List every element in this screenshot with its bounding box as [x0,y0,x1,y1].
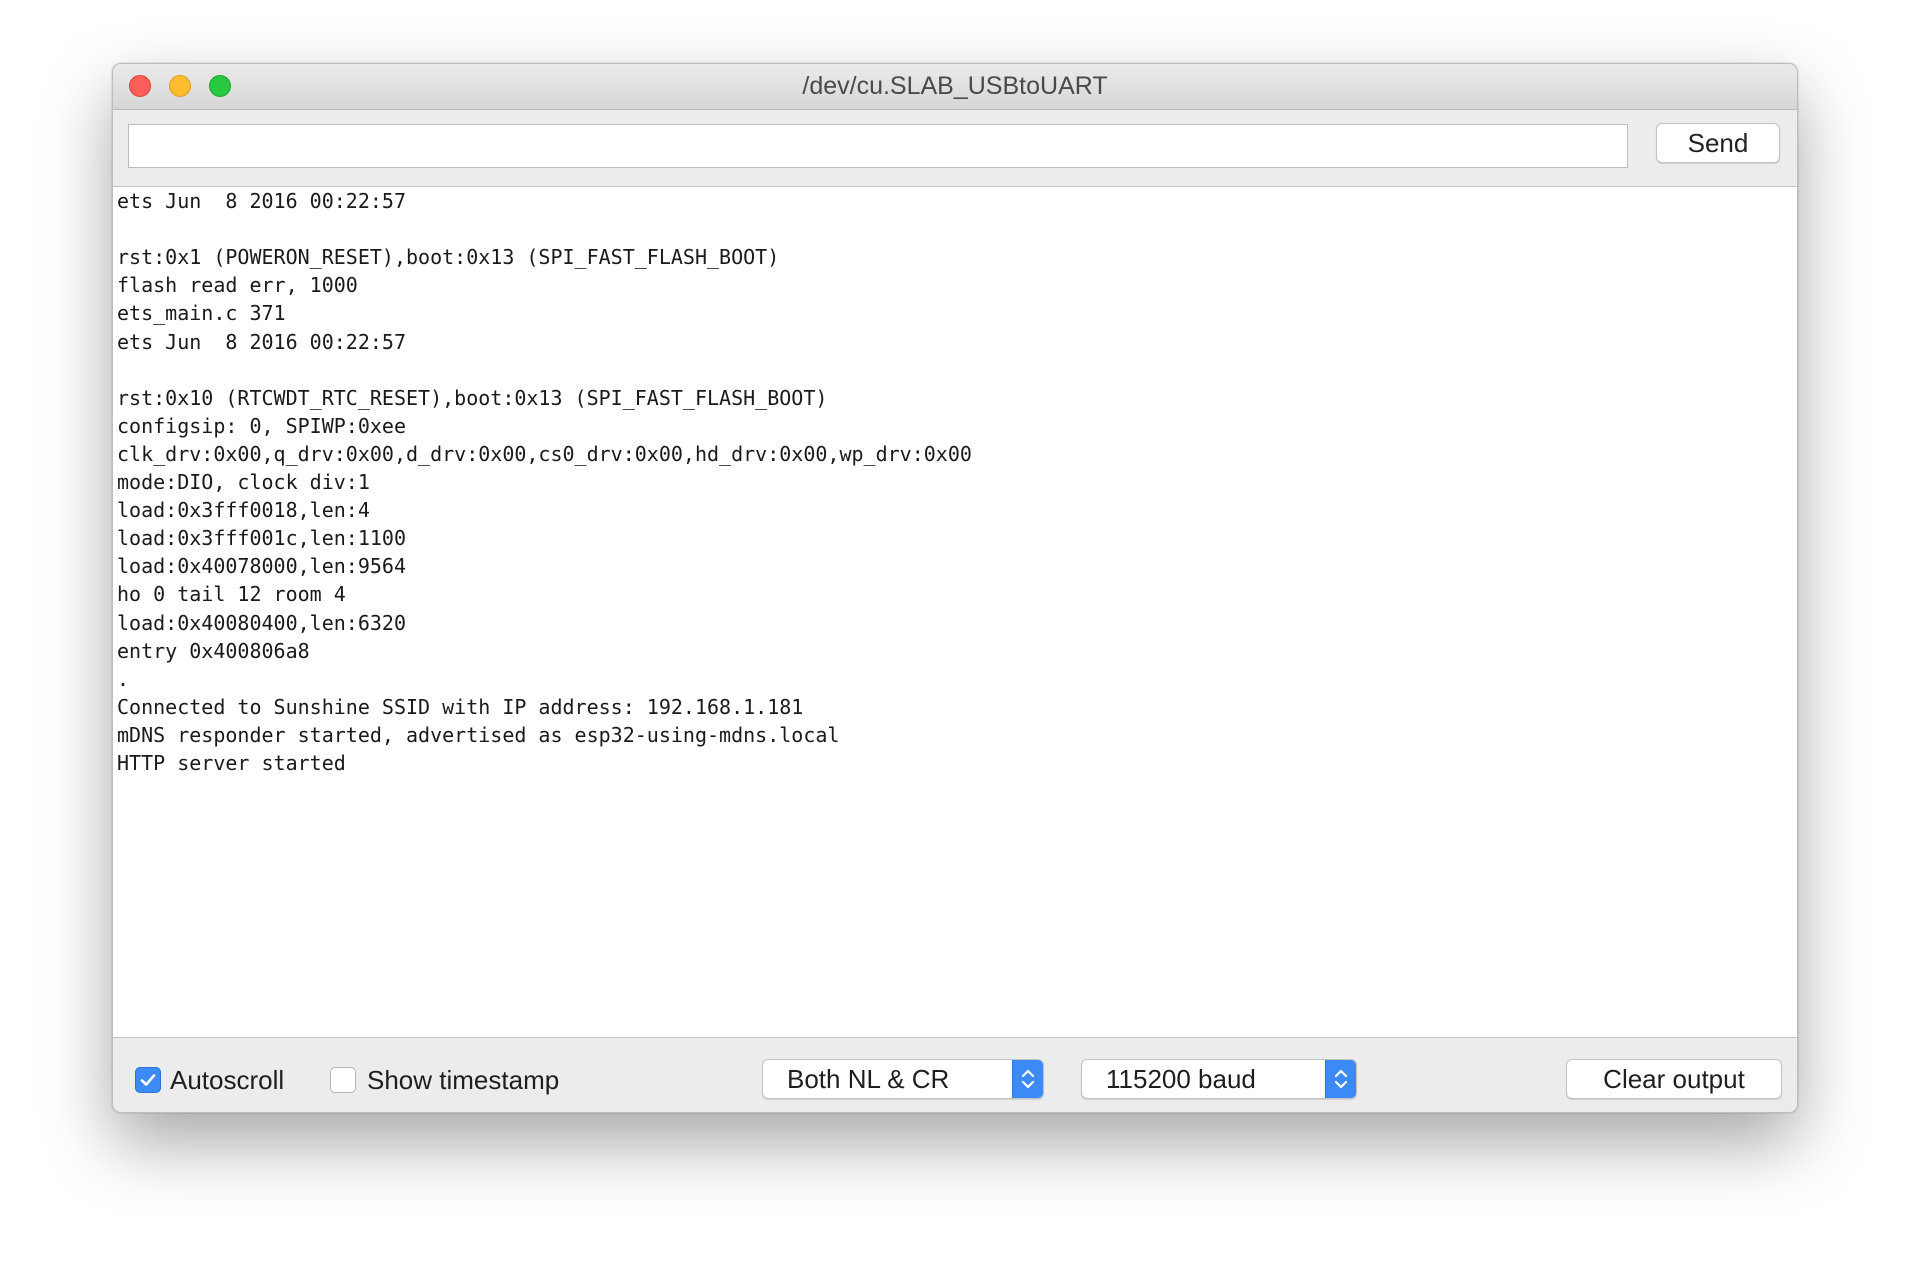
up-down-chevron-icon [1021,1069,1035,1089]
serial-input-field[interactable] [128,124,1628,168]
output-line: Connected to Sunshine SSID with IP addre… [117,694,804,719]
up-down-chevron-icon [1334,1069,1348,1089]
output-line: clk_drv:0x00,q_drv:0x00,d_drv:0x00,cs0_d… [117,441,972,466]
serial-output-area[interactable]: ets Jun 8 2016 00:22:57 rst:0x1 (POWERON_… [113,187,1797,1038]
line-ending-value: Both NL & CR [787,1064,950,1094]
output-line: HTTP server started [117,751,346,775]
output-line: load:0x40078000,len:9564 [117,554,406,579]
title-bar[interactable]: /dev/cu.SLAB_USBtoUART [113,64,1797,110]
show-timestamp-label[interactable]: Show timestamp [367,1065,559,1095]
output-line: entry 0x400806a8 [117,638,310,663]
baud-rate-value: 115200 baud [1106,1064,1256,1094]
footer-bar: Autoscroll Show timestamp Both NL & CR 1… [113,1039,1797,1112]
send-toolbar: Send [113,110,1797,187]
output-line: flash read err, 1000 [117,273,358,298]
output-line: load:0x3fff0018,len:4 [117,498,370,523]
output-line: ets Jun 8 2016 00:22:57 [117,329,406,354]
checkmark-icon [140,1074,156,1086]
output-line: rst:0x1 (POWERON_RESET),boot:0x13 (SPI_F… [117,245,780,270]
send-button[interactable]: Send [1656,123,1780,163]
window-title: /dev/cu.SLAB_USBtoUART [802,72,1108,100]
baud-rate-select[interactable]: 115200 baud [1081,1059,1357,1099]
serial-monitor-window: /dev/cu.SLAB_USBtoUART Send ets Jun 8 20… [112,63,1798,1113]
output-line: rst:0x10 (RTCWDT_RTC_RESET),boot:0x13 (S… [117,385,828,410]
output-line: mDNS responder started, advertised as es… [117,722,840,747]
autoscroll-label[interactable]: Autoscroll [170,1065,284,1095]
output-line: configsip: 0, SPIWP:0xee [117,413,406,438]
output-line: ho 0 tail 12 room 4 [117,582,346,607]
autoscroll-checkbox[interactable] [135,1067,161,1093]
clear-output-button[interactable]: Clear output [1566,1059,1782,1099]
output-line: load:0x3fff001c,len:1100 [117,526,406,551]
output-line: ets Jun 8 2016 00:22:57 [117,189,406,213]
line-ending-stepper[interactable] [1012,1060,1043,1098]
output-line: ets_main.c 371 [117,301,286,326]
show-timestamp-checkbox[interactable] [330,1067,356,1093]
line-ending-select[interactable]: Both NL & CR [762,1059,1044,1099]
baud-rate-stepper[interactable] [1325,1060,1356,1098]
output-line: load:0x40080400,len:6320 [117,610,406,635]
output-line: mode:DIO, clock div:1 [117,470,370,494]
output-line: . [117,666,130,691]
